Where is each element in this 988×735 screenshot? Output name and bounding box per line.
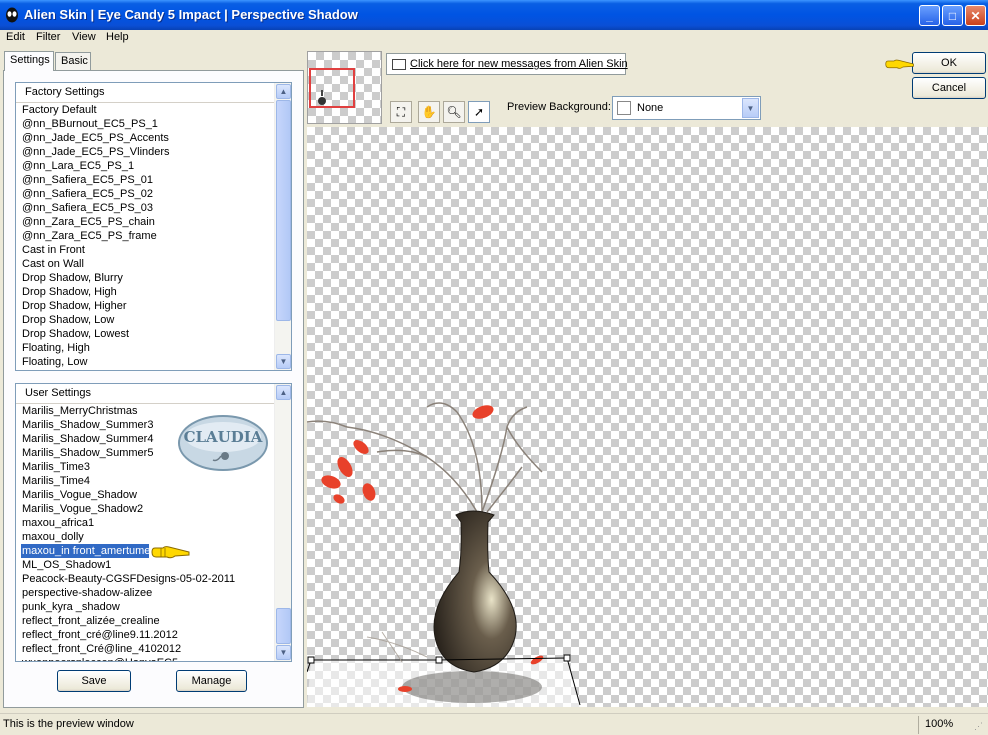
scroll-up-icon[interactable]: ▲ xyxy=(276,385,291,400)
list-item[interactable]: @nn_BBurnout_EC5_PS_1 xyxy=(21,117,275,131)
messages-link-text: Click here for new messages from Alien S… xyxy=(410,58,628,70)
navigate-preview-icon[interactable]: ⛶ xyxy=(390,101,412,123)
status-bar: This is the preview window 100% ⋰ xyxy=(0,713,988,735)
list-item[interactable]: Drop Shadow, Blurry xyxy=(21,271,275,285)
ok-button[interactable]: OK xyxy=(912,52,986,74)
svg-text:CLAUDIA: CLAUDIA xyxy=(184,428,263,446)
resize-grip-icon[interactable]: ⋰ xyxy=(974,721,986,733)
navigator-thumbnail[interactable] xyxy=(307,51,382,124)
list-item[interactable]: @nn_Jade_EC5_PS_Vlinders xyxy=(21,145,275,159)
close-button[interactable]: ✕ xyxy=(965,5,986,26)
list-item[interactable]: reflect_front_alizée_crealine xyxy=(21,614,275,628)
preview-background-value: None xyxy=(637,102,664,114)
preview-background-select[interactable]: None ▼ xyxy=(612,96,761,120)
zoom-icon[interactable]: 🔍︎ xyxy=(443,101,465,123)
list-item[interactable]: @nn_Safiera_EC5_PS_02 xyxy=(21,187,275,201)
save-button[interactable]: Save xyxy=(57,670,131,692)
cancel-button[interactable]: Cancel xyxy=(912,77,986,99)
list-item[interactable]: wuenpeerspleccen@HanyaEC5 xyxy=(21,656,275,661)
list-item[interactable]: @nn_Zara_EC5_PS_frame xyxy=(21,229,275,243)
list-item[interactable]: @nn_Zara_EC5_PS_chain xyxy=(21,215,275,229)
window-title: Alien Skin | Eye Candy 5 Impact | Perspe… xyxy=(24,7,358,22)
menu-help[interactable]: Help xyxy=(106,31,129,43)
alien-skin-icon xyxy=(6,7,18,23)
list-item[interactable]: @nn_Safiera_EC5_PS_03 xyxy=(21,201,275,215)
list-item[interactable]: Drop Shadow, Higher xyxy=(21,299,275,313)
list-item[interactable]: reflect_front_cré@line9.11.2012 xyxy=(21,628,275,642)
pointer-select-icon[interactable]: ➚ xyxy=(468,101,490,123)
list-item[interactable]: Marilis_Vogue_Shadow xyxy=(21,488,275,502)
zoom-level: 100% xyxy=(918,716,962,734)
messages-link[interactable]: Click here for new messages from Alien S… xyxy=(386,53,628,75)
scroll-down-icon[interactable]: ▼ xyxy=(276,354,291,369)
user-settings-list[interactable]: User Settings Marilis_MerryChristmas Mari… xyxy=(15,383,292,662)
menu-view[interactable]: View xyxy=(72,31,96,43)
preview-window[interactable] xyxy=(307,127,988,707)
tab-settings[interactable]: Settings xyxy=(4,51,54,71)
factory-settings-items: Factory Default @nn_BBurnout_EC5_PS_1 @nn_… xyxy=(21,103,275,369)
user-scrollbar[interactable]: ▲ ▼ xyxy=(274,384,291,661)
user-settings-header: User Settings xyxy=(16,384,291,404)
scroll-up-icon[interactable]: ▲ xyxy=(276,84,291,99)
list-item[interactable]: Factory Default xyxy=(21,103,275,117)
list-item[interactable]: Floating, Low xyxy=(21,355,275,369)
pointing-hand-icon xyxy=(151,546,190,559)
list-item[interactable]: reflect_front_Cré@line_4102012 xyxy=(21,642,275,656)
list-item[interactable]: punk_kyra _shadow xyxy=(21,600,275,614)
list-item[interactable]: maxou_dolly xyxy=(21,530,275,544)
factory-scrollbar[interactable]: ▲ ▼ xyxy=(274,83,291,370)
manage-button[interactable]: Manage xyxy=(176,670,247,692)
title-bar[interactable]: Alien Skin | Eye Candy 5 Impact | Perspe… xyxy=(0,0,988,30)
claudia-watermark-logo: CLAUDIA xyxy=(178,415,268,471)
list-item[interactable]: maxou_in front_amertume xyxy=(21,544,149,558)
menu-bar: Edit Filter View Help xyxy=(0,30,988,48)
list-item[interactable]: maxou_africa1 xyxy=(21,516,275,530)
list-item[interactable]: Drop Shadow, Lowest xyxy=(21,327,275,341)
list-item[interactable]: Floating, High xyxy=(21,341,275,355)
scroll-thumb[interactable] xyxy=(276,100,291,321)
color-swatch-icon xyxy=(617,101,631,115)
preview-artwork xyxy=(307,402,581,707)
factory-settings-header: Factory Settings xyxy=(16,83,291,103)
vase-thumbnail-icon xyxy=(318,90,326,105)
minimize-button[interactable]: _ xyxy=(919,5,940,26)
scroll-thumb[interactable] xyxy=(276,608,291,644)
chevron-down-icon[interactable]: ▼ xyxy=(742,98,759,118)
hand-pan-icon[interactable]: ✋ xyxy=(418,101,440,123)
list-item[interactable]: Marilis_Vogue_Shadow2 xyxy=(21,502,275,516)
eye-candy-window: Alien Skin | Eye Candy 5 Impact | Perspe… xyxy=(0,0,988,735)
status-text: This is the preview window xyxy=(3,718,134,730)
list-item[interactable]: Marilis_Time4 xyxy=(21,474,275,488)
list-item[interactable]: Drop Shadow, High xyxy=(21,285,275,299)
list-item[interactable]: Cast in Front xyxy=(21,243,275,257)
list-item[interactable]: @nn_Safiera_EC5_PS_01 xyxy=(21,173,275,187)
list-item[interactable]: @nn_Lara_EC5_PS_1 xyxy=(21,159,275,173)
list-item[interactable]: Peacock-Beauty-CGSFDesigns-05-02-2011 xyxy=(21,572,275,586)
maximize-button[interactable]: □ xyxy=(942,5,963,26)
list-item[interactable]: ML_OS_Shadow1 xyxy=(21,558,275,572)
tab-basic[interactable]: Basic xyxy=(55,52,91,70)
menu-filter[interactable]: Filter xyxy=(36,31,60,43)
scroll-down-icon[interactable]: ▼ xyxy=(276,645,291,660)
list-item[interactable]: Drop Shadow, Low xyxy=(21,313,275,327)
menu-edit[interactable]: Edit xyxy=(6,31,25,43)
pointing-hand-icon xyxy=(885,59,914,69)
list-item[interactable]: Cast on Wall xyxy=(21,257,275,271)
factory-settings-list[interactable]: Factory Settings Factory Default @nn_BBur… xyxy=(15,82,292,371)
list-item[interactable]: perspective-shadow-alizee xyxy=(21,586,275,600)
envelope-icon xyxy=(392,59,406,70)
preview-background-label: Preview Background: xyxy=(507,101,611,113)
list-item[interactable]: @nn_Jade_EC5_PS_Accents xyxy=(21,131,275,145)
